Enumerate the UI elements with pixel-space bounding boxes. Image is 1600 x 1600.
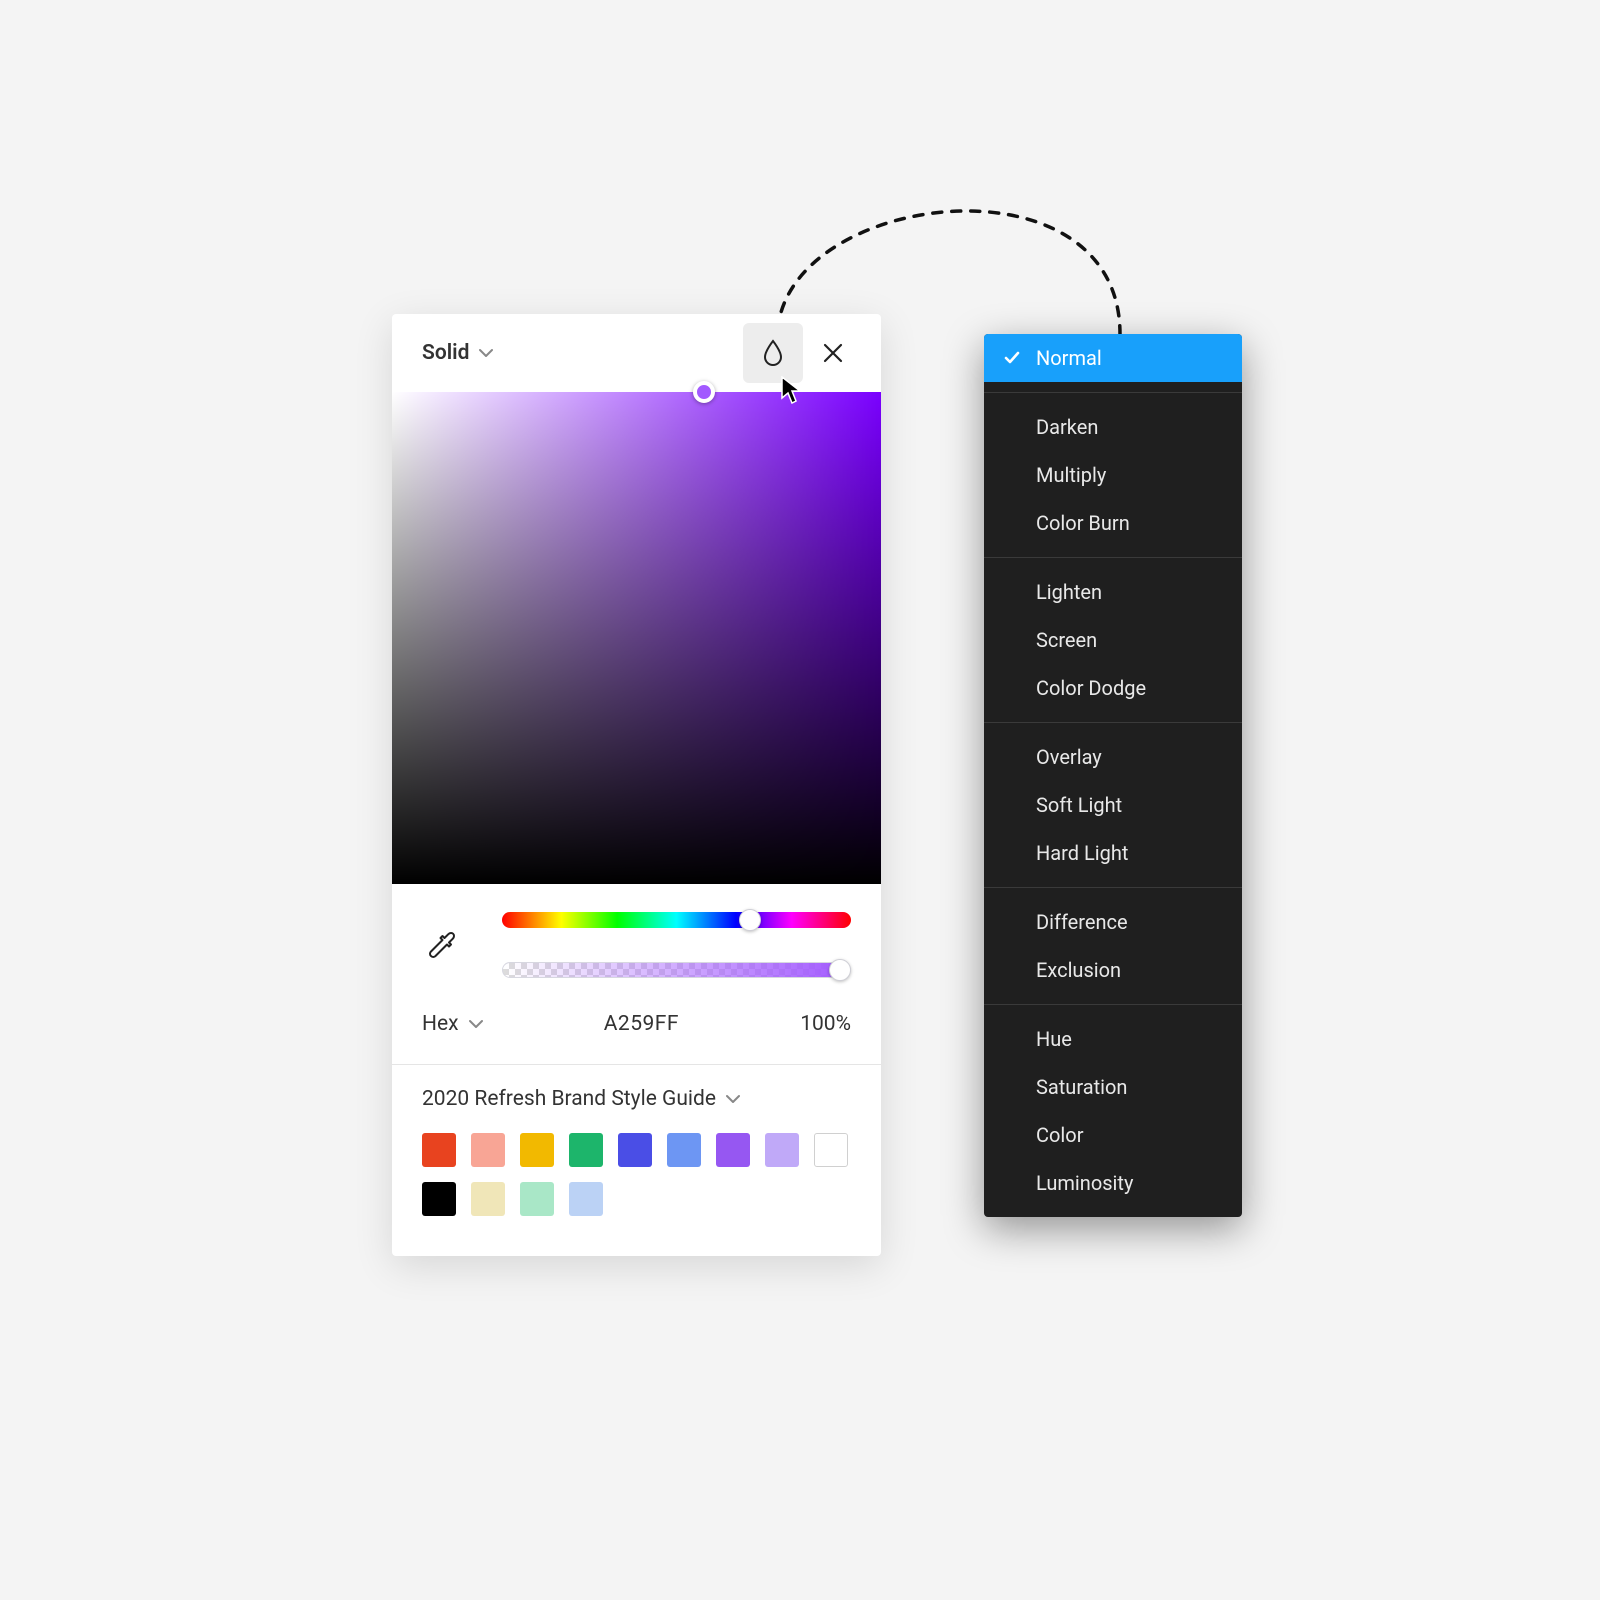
blend-mode-option[interactable]: Difference [984, 898, 1242, 946]
swatch-grid [422, 1133, 851, 1216]
swatch[interactable] [569, 1133, 603, 1167]
blend-mode-option[interactable]: Color Burn [984, 499, 1242, 547]
blend-mode-option[interactable]: Luminosity [984, 1159, 1242, 1207]
blend-mode-option[interactable]: Hard Light [984, 829, 1242, 877]
chevron-down-icon [726, 1092, 740, 1106]
blend-mode-label: Multiply [1036, 463, 1106, 487]
blend-mode-label: Color Burn [1036, 511, 1130, 535]
hex-row: Hex A259FF 100% [392, 978, 881, 1064]
swatch[interactable] [814, 1133, 848, 1167]
blend-mode-label: Lighten [1036, 580, 1102, 604]
fill-type-dropdown[interactable]: Solid [422, 341, 493, 365]
color-format-dropdown[interactable]: Hex [422, 1012, 483, 1036]
blend-mode-label: Color [1036, 1123, 1083, 1147]
blend-mode-label: Luminosity [1036, 1171, 1133, 1195]
blend-mode-label: Color Dodge [1036, 676, 1146, 700]
sliders-block [392, 884, 881, 978]
swatch[interactable] [618, 1133, 652, 1167]
close-icon [822, 342, 844, 364]
palette-section: 2020 Refresh Brand Style Guide [392, 1065, 881, 1256]
blend-mode-label: Normal [1036, 346, 1102, 370]
swatch[interactable] [422, 1133, 456, 1167]
header-actions [743, 323, 863, 383]
blend-mode-label: Saturation [1036, 1075, 1127, 1099]
blend-mode-option[interactable]: Normal [984, 334, 1242, 382]
blend-mode-option[interactable]: Multiply [984, 451, 1242, 499]
blend-mode-label: Overlay [1036, 745, 1102, 769]
swatch[interactable] [471, 1133, 505, 1167]
palette-library-label: 2020 Refresh Brand Style Guide [422, 1087, 716, 1111]
alpha-handle[interactable] [829, 959, 851, 981]
color-format-label: Hex [422, 1012, 459, 1036]
swatch[interactable] [569, 1182, 603, 1216]
hue-slider[interactable] [502, 912, 851, 928]
hex-input[interactable]: A259FF [604, 1012, 679, 1036]
blend-mode-label: Exclusion [1036, 958, 1121, 982]
blend-mode-option[interactable]: Color [984, 1111, 1242, 1159]
blend-mode-label: Screen [1036, 628, 1097, 652]
alpha-slider[interactable] [502, 962, 851, 978]
menu-separator [984, 1004, 1242, 1005]
menu-separator [984, 887, 1242, 888]
blend-mode-label: Difference [1036, 910, 1128, 934]
hue-handle[interactable] [739, 909, 761, 931]
sv-handle[interactable] [693, 381, 715, 403]
blend-mode-label: Darken [1036, 415, 1098, 439]
swatch[interactable] [520, 1182, 554, 1216]
swatch[interactable] [667, 1133, 701, 1167]
blend-mode-button[interactable] [743, 323, 803, 383]
droplet-icon [761, 339, 785, 367]
menu-separator [984, 392, 1242, 393]
blend-mode-menu: Normal Darken Multiply Color Burn Lighten Scr… [984, 334, 1242, 1217]
swatch[interactable] [520, 1133, 554, 1167]
chevron-down-icon [469, 1017, 483, 1031]
blend-mode-option[interactable]: Exclusion [984, 946, 1242, 994]
blend-mode-option[interactable]: Darken [984, 403, 1242, 451]
blend-mode-option[interactable]: Soft Light [984, 781, 1242, 829]
menu-separator [984, 557, 1242, 558]
blend-mode-label: Hard Light [1036, 841, 1128, 865]
eyedropper-icon [427, 930, 457, 960]
swatch[interactable] [716, 1133, 750, 1167]
picker-header: Solid [392, 314, 881, 392]
swatch[interactable] [422, 1182, 456, 1216]
fill-type-label: Solid [422, 341, 469, 365]
menu-separator [984, 722, 1242, 723]
opacity-input[interactable]: 100% [800, 1012, 851, 1036]
blend-mode-label: Soft Light [1036, 793, 1122, 817]
blend-mode-option[interactable]: Color Dodge [984, 664, 1242, 712]
blend-mode-option[interactable]: Lighten [984, 568, 1242, 616]
chevron-down-icon [479, 346, 493, 360]
eyedropper-button[interactable] [422, 925, 462, 965]
swatch[interactable] [471, 1182, 505, 1216]
palette-library-dropdown[interactable]: 2020 Refresh Brand Style Guide [422, 1087, 851, 1111]
swatch[interactable] [765, 1133, 799, 1167]
close-button[interactable] [803, 323, 863, 383]
blend-mode-option[interactable]: Overlay [984, 733, 1242, 781]
blend-mode-option[interactable]: Saturation [984, 1063, 1242, 1111]
check-icon [1002, 348, 1022, 368]
color-picker-panel: Solid [392, 314, 881, 1256]
blend-mode-option[interactable]: Hue [984, 1015, 1242, 1063]
saturation-value-area[interactable] [392, 392, 881, 884]
blend-mode-label: Hue [1036, 1027, 1072, 1051]
blend-mode-option[interactable]: Screen [984, 616, 1242, 664]
